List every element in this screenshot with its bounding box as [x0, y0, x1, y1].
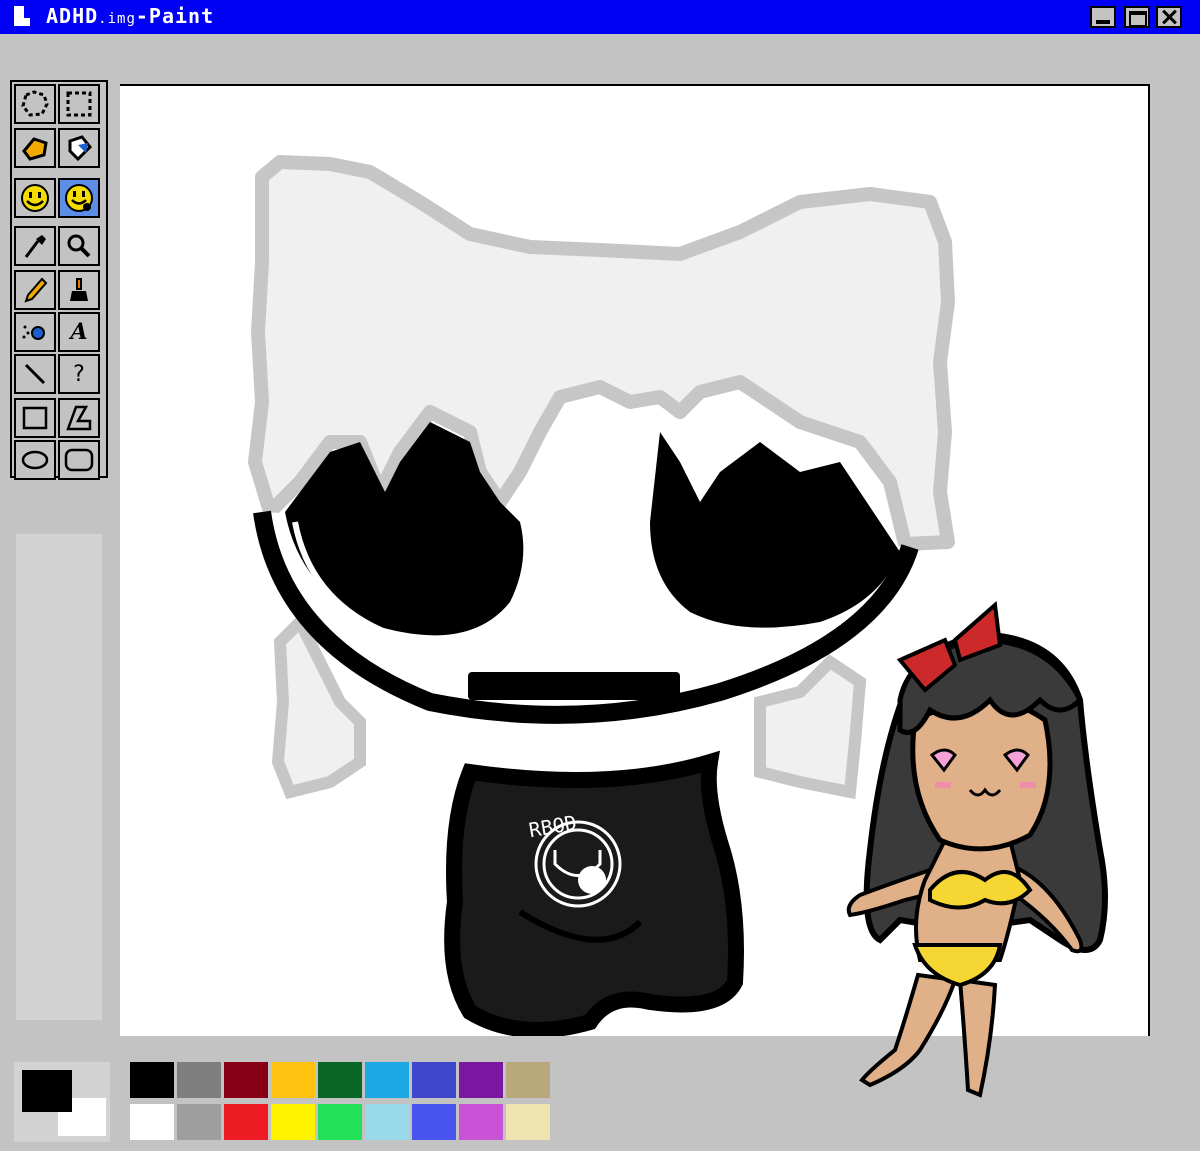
mouth — [468, 672, 680, 700]
maximize-button[interactable] — [1124, 6, 1150, 28]
palette-swatch-top-6[interactable] — [412, 1062, 456, 1098]
tool-text[interactable]: A — [58, 312, 100, 352]
palette-swatch-bottom-4[interactable] — [318, 1104, 362, 1140]
brush-icon — [70, 278, 88, 301]
palette-swatch-bottom-8[interactable] — [506, 1104, 550, 1140]
tool-magnifier[interactable] — [58, 226, 100, 266]
right-eye — [650, 432, 900, 628]
tool-smiley-alt[interactable] — [58, 178, 100, 218]
airbrush-icon — [22, 325, 45, 340]
tool-airbrush[interactable] — [14, 312, 56, 352]
rounded-rect-icon — [64, 448, 94, 472]
line-icon — [24, 363, 46, 385]
palette-swatch-top-3[interactable] — [271, 1062, 315, 1098]
magnifier-icon — [67, 234, 91, 258]
tool-rectangle[interactable] — [14, 398, 56, 438]
rect-select-icon — [66, 91, 92, 117]
tool-rect-select[interactable] — [58, 84, 100, 124]
title-bar: ADHD.img-Paint — [0, 0, 1200, 34]
palette-swatch-top-2[interactable] — [224, 1062, 268, 1098]
tool-brush[interactable] — [58, 270, 100, 310]
tool-eraser[interactable] — [14, 128, 56, 168]
palette-swatch-bottom-3[interactable] — [271, 1104, 315, 1140]
smiley-icon — [21, 184, 49, 212]
title-extension: .img — [98, 11, 136, 27]
tool-free-select[interactable] — [14, 84, 56, 124]
tool-ellipse[interactable] — [14, 440, 56, 480]
tool-curve[interactable]: ? — [58, 354, 100, 394]
palette-swatch-top-0[interactable] — [130, 1062, 174, 1098]
close-button[interactable] — [1156, 6, 1182, 28]
palette-swatch-bottom-6[interactable] — [412, 1104, 456, 1140]
text-icon: A — [70, 319, 88, 345]
tool-color-picker[interactable] — [14, 226, 56, 266]
free-select-icon — [21, 90, 49, 117]
tool-polygon[interactable] — [58, 398, 100, 438]
polygon-icon — [66, 405, 92, 431]
ellipse-icon — [21, 450, 49, 470]
canvas-artwork: RBOD — [248, 155, 955, 1036]
palette-swatch-bottom-7[interactable] — [459, 1104, 503, 1140]
title-suffix: -Paint — [135, 4, 215, 28]
current-colors[interactable] — [14, 1062, 110, 1142]
smiley-alt-icon — [65, 184, 93, 212]
palette-swatch-top-7[interactable] — [459, 1062, 503, 1098]
eraser-icon — [22, 137, 48, 161]
tool-line[interactable] — [14, 354, 56, 394]
drawing-canvas[interactable]: RBOD — [120, 84, 1150, 1036]
palette-swatch-bottom-1[interactable] — [177, 1104, 221, 1140]
tool-pencil[interactable] — [14, 270, 56, 310]
color-picker-icon — [24, 235, 46, 258]
foreground-color[interactable] — [22, 1070, 72, 1112]
palette-swatch-bottom-0[interactable] — [130, 1104, 174, 1140]
palette-swatch-bottom-2[interactable] — [224, 1104, 268, 1140]
document-icon — [14, 6, 30, 26]
palette-swatch-top-4[interactable] — [318, 1062, 362, 1098]
palette-swatch-top-5[interactable] — [365, 1062, 409, 1098]
window-title: ADHD.img-Paint — [46, 4, 214, 28]
rectangle-icon — [22, 406, 48, 430]
palette-swatch-bottom-5[interactable] — [365, 1104, 409, 1140]
title-main: ADHD — [46, 4, 99, 28]
toolbox: A ? — [10, 80, 108, 480]
body — [444, 750, 744, 1036]
tool-fill[interactable] — [58, 128, 100, 168]
tool-rounded-rect[interactable] — [58, 440, 100, 480]
minimize-button[interactable] — [1090, 6, 1116, 28]
palette-swatch-top-8[interactable] — [506, 1062, 550, 1098]
tool-options-panel — [16, 534, 102, 1020]
palette-swatch-top-1[interactable] — [177, 1062, 221, 1098]
pencil-icon — [24, 277, 48, 303]
curve-icon: ? — [73, 361, 85, 387]
fill-icon — [68, 135, 93, 162]
tool-smiley[interactable] — [14, 178, 56, 218]
